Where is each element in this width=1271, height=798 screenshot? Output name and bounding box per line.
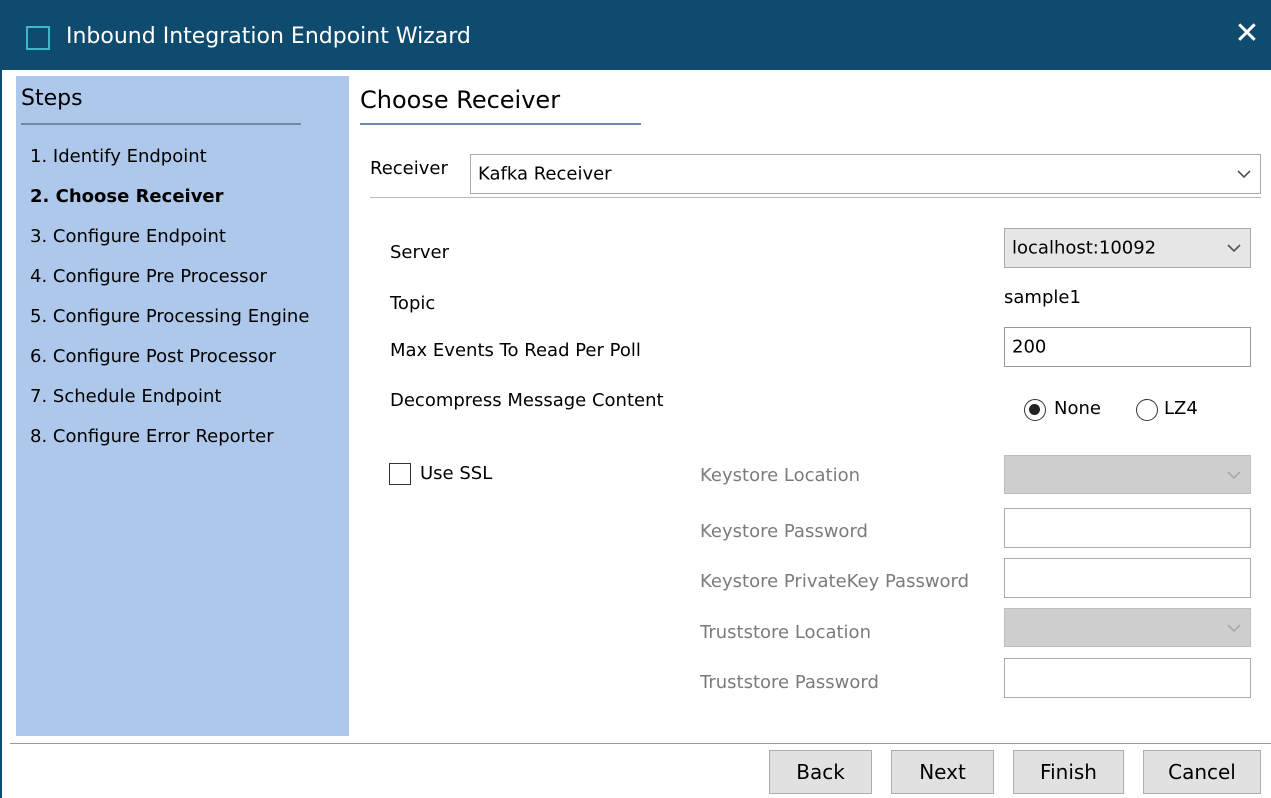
radio-selected-dot [1029, 404, 1040, 415]
use-ssl-checkbox[interactable] [389, 463, 411, 485]
step-identify-endpoint: 1. Identify Endpoint [30, 146, 207, 167]
chevron-down-icon [1227, 470, 1241, 479]
max-events-input[interactable]: 200 [1004, 327, 1251, 367]
keystore-privatekey-password-label: Keystore PrivateKey Password [700, 571, 970, 592]
keystore-password-label: Keystore Password [700, 521, 868, 542]
step-configure-processing-engine: 5. Configure Processing Engine [30, 306, 310, 327]
step-configure-pre-processor: 4. Configure Pre Processor [30, 266, 267, 287]
topic-label: Topic [390, 293, 436, 314]
back-button[interactable]: Back [769, 750, 872, 794]
truststore-password-label: Truststore Password [700, 672, 879, 693]
radio-lz4[interactable] [1136, 399, 1158, 421]
step-choose-receiver: 2. Choose Receiver [30, 186, 224, 207]
keystore-privatekey-password-input[interactable] [1004, 558, 1251, 598]
truststore-location-select[interactable] [1004, 608, 1251, 647]
server-select[interactable]: localhost:10092 [1004, 228, 1251, 268]
app-icon [26, 26, 50, 50]
keystore-location-label: Keystore Location [700, 465, 861, 486]
truststore-password-input[interactable] [1004, 658, 1251, 698]
window-border [0, 70, 10, 798]
keystore-location-select[interactable] [1004, 455, 1251, 494]
server-label: Server [390, 242, 450, 263]
cancel-button[interactable]: Cancel [1143, 750, 1261, 794]
radio-none-label[interactable]: None [1054, 398, 1101, 419]
steps-title: Steps [21, 86, 83, 111]
decompress-label: Decompress Message Content [390, 390, 664, 411]
receiver-select[interactable]: Kafka Receiver [470, 154, 1261, 194]
steps-divider [21, 123, 301, 125]
title-divider [360, 123, 641, 125]
window-title: Inbound Integration Endpoint Wizard [66, 24, 471, 49]
page-title: Choose Receiver [360, 86, 561, 114]
max-events-value: 200 [1012, 336, 1047, 358]
truststore-location-label: Truststore Location [700, 622, 871, 643]
receiver-divider [370, 197, 1261, 198]
finish-button[interactable]: Finish [1013, 750, 1124, 794]
close-icon[interactable]: ✕ [1232, 18, 1262, 50]
chevron-down-icon [1227, 244, 1241, 253]
footer-divider [10, 743, 1271, 744]
topic-value: sample1 [1004, 287, 1081, 308]
chevron-down-icon [1237, 170, 1251, 179]
receiver-value: Kafka Receiver [478, 163, 612, 185]
keystore-password-input[interactable] [1004, 508, 1251, 548]
radio-none[interactable] [1024, 399, 1046, 421]
step-configure-endpoint: 3. Configure Endpoint [30, 226, 226, 247]
server-value: localhost:10092 [1012, 237, 1157, 259]
radio-lz4-label[interactable]: LZ4 [1164, 398, 1198, 419]
chevron-down-icon [1227, 623, 1241, 632]
use-ssl-label[interactable]: Use SSL [420, 463, 492, 484]
step-configure-error-reporter: 8. Configure Error Reporter [30, 426, 274, 447]
step-schedule-endpoint: 7. Schedule Endpoint [30, 386, 222, 407]
next-button[interactable]: Next [891, 750, 994, 794]
step-configure-post-processor: 6. Configure Post Processor [30, 346, 276, 367]
receiver-label: Receiver [370, 158, 448, 179]
max-events-label: Max Events To Read Per Poll [390, 340, 641, 361]
